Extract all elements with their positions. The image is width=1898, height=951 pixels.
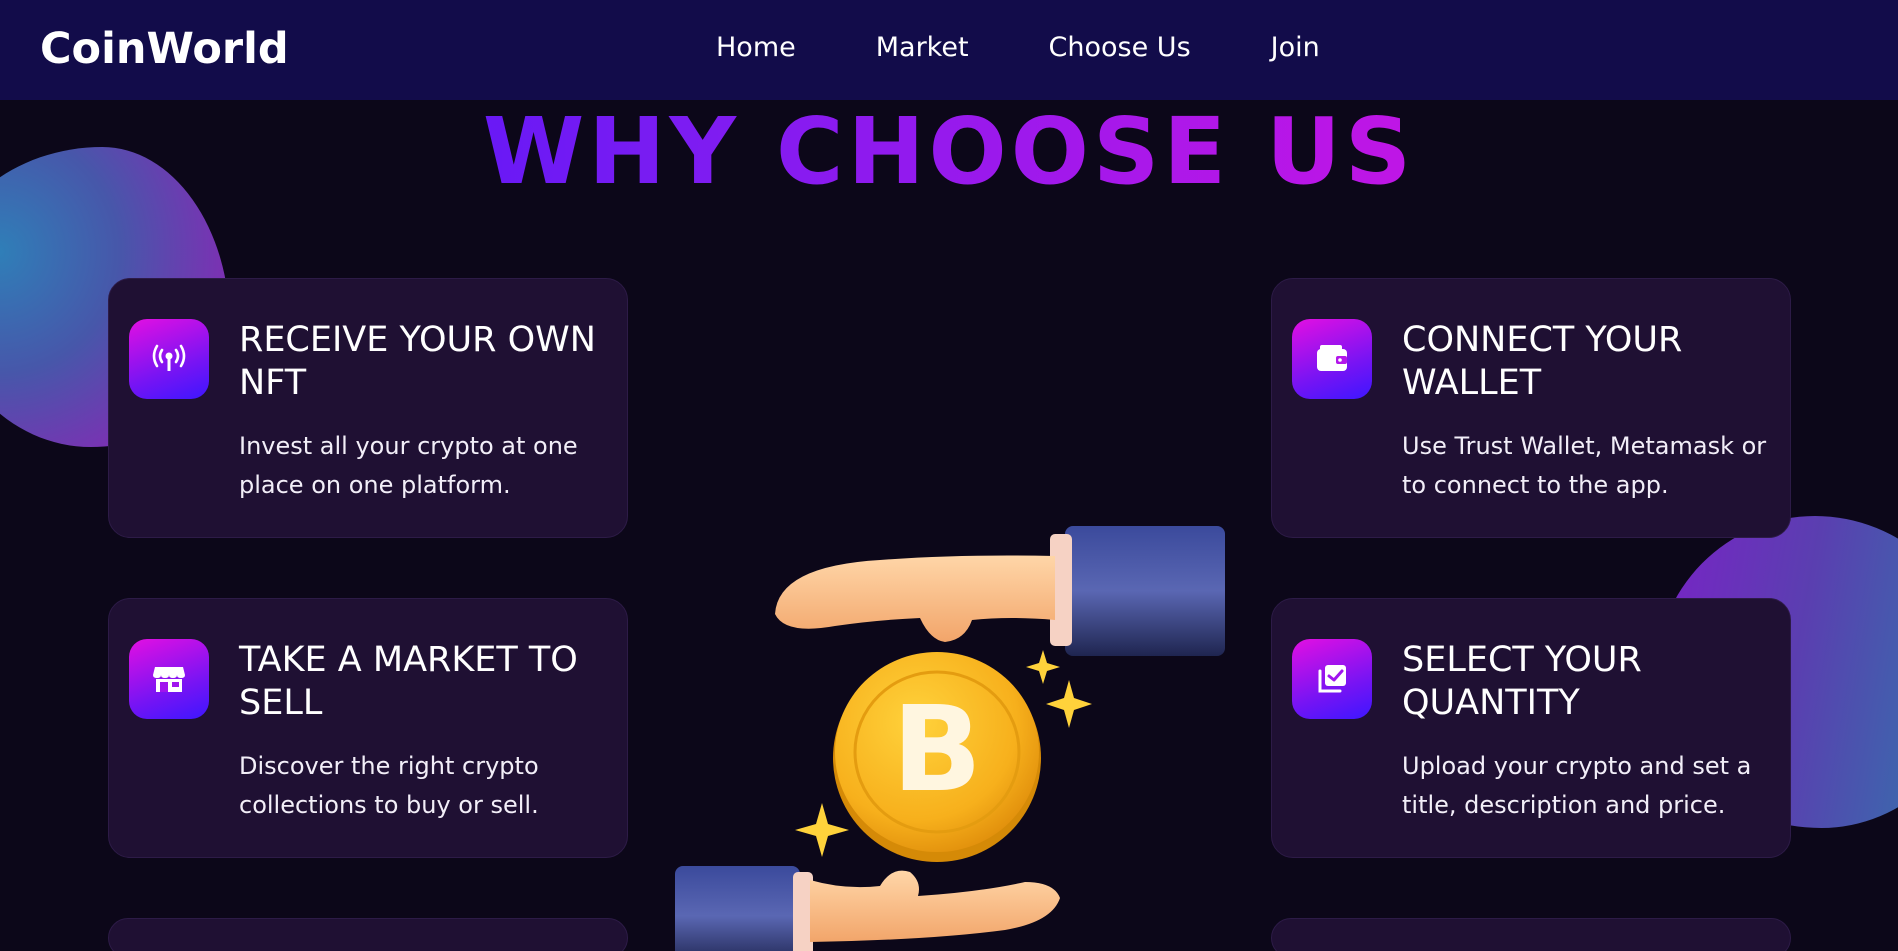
bitcoin-symbol: B <box>892 680 982 818</box>
card-description: Invest all your crypto at one place on o… <box>239 432 578 499</box>
card-title: CONNECT YOUR WALLET <box>1402 320 1683 403</box>
section-title: WHY CHOOSE US <box>0 98 1898 205</box>
feature-card-select-quantity[interactable]: SELECT YOUR QUANTITY Upload your crypto … <box>1271 598 1791 858</box>
card-description: Discover the right crypto collections to… <box>239 752 539 819</box>
logo[interactable]: CoinWorld <box>40 24 289 74</box>
nav-link-join[interactable]: Join <box>1271 32 1320 63</box>
card-title: TAKE A MARKET TO SELL <box>239 640 578 723</box>
checklist-icon <box>1292 639 1372 719</box>
card-description: Use Trust Wallet, Metamask or to connect… <box>1402 432 1767 499</box>
card-title: SELECT YOUR QUANTITY <box>1402 640 1642 723</box>
page: CoinWorld Home Market Choose Us Join WHY… <box>0 0 1898 951</box>
feature-card-partial-right[interactable] <box>1271 918 1791 951</box>
feature-card-connect-wallet[interactable]: CONNECT YOUR WALLET Use Trust Wallet, Me… <box>1271 278 1791 538</box>
wallet-icon <box>1292 319 1372 399</box>
nav-links: Home Market Choose Us Join <box>716 32 1400 63</box>
nav-link-home[interactable]: Home <box>716 32 796 63</box>
feature-card-market-sell[interactable]: TAKE A MARKET TO SELL Discover the right… <box>108 598 628 858</box>
feature-card-receive-nft[interactable]: RECEIVE YOUR OWN NFT Invest all your cry… <box>108 278 628 538</box>
storefront-icon <box>129 639 209 719</box>
nav-link-choose-us[interactable]: Choose Us <box>1049 32 1191 63</box>
navbar: CoinWorld Home Market Choose Us Join <box>0 0 1898 100</box>
card-title: RECEIVE YOUR OWN NFT <box>239 320 596 403</box>
card-description: Upload your crypto and set a title, desc… <box>1402 752 1752 819</box>
bitcoin-coin-hands-icon: B <box>660 520 1240 951</box>
nav-link-market[interactable]: Market <box>876 32 969 63</box>
feature-card-partial-left[interactable] <box>108 918 628 951</box>
broadcast-antenna-icon <box>129 319 209 399</box>
